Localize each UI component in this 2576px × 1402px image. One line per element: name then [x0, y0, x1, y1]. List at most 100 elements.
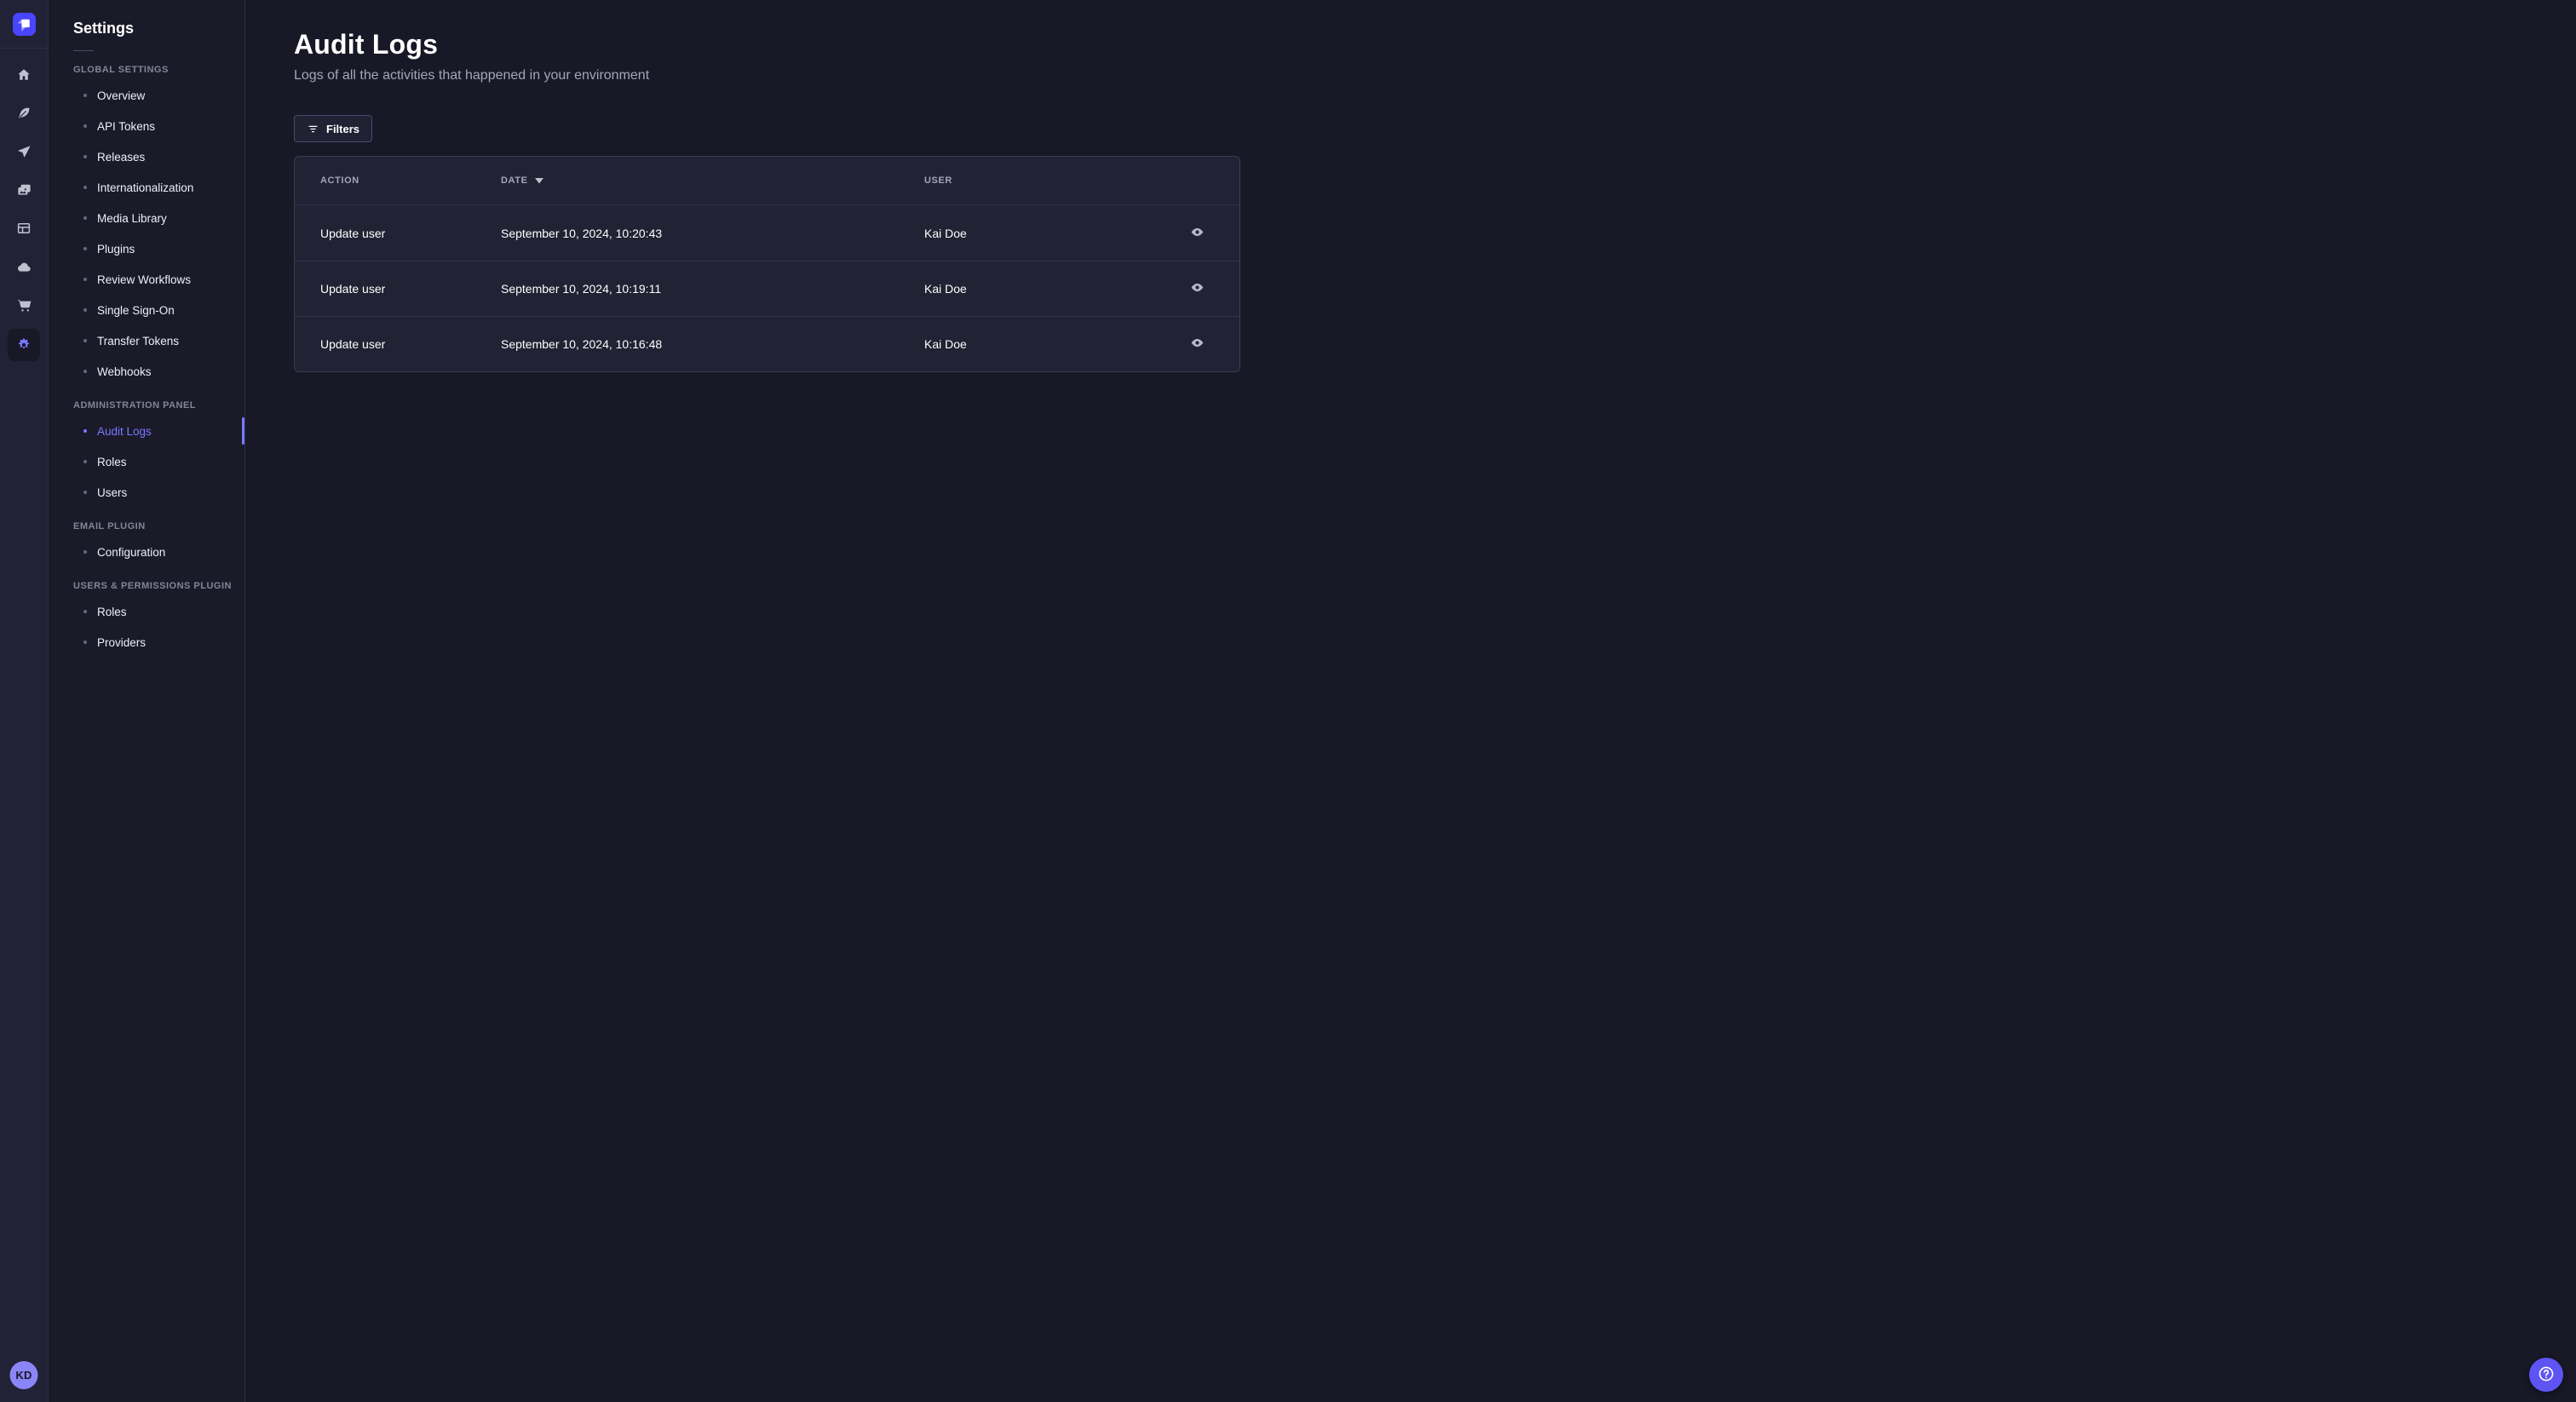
sidebar-item-configuration[interactable]: Configuration — [49, 537, 244, 567]
cell-action: Update user — [320, 337, 386, 351]
bullet-icon — [83, 491, 87, 494]
column-header-date[interactable]: DATE — [501, 175, 924, 186]
user-avatar[interactable]: KD — [9, 1361, 38, 1389]
sidebar-item-webhooks[interactable]: Webhooks — [49, 356, 244, 387]
sidebar-item-users[interactable]: Users — [49, 477, 244, 508]
table-row[interactable]: Update user September 10, 2024, 10:19:11… — [295, 261, 1239, 316]
sidebar-item-label: Users — [97, 486, 128, 499]
gear-icon — [15, 336, 32, 353]
bullet-icon — [83, 308, 87, 312]
cell-user: Kai Doe — [924, 337, 967, 351]
section-label: EMAIL PLUGIN — [73, 521, 146, 531]
sidebar-item-label: Review Workflows — [97, 273, 192, 286]
sidebar-item-label: Webhooks — [97, 365, 152, 378]
feather-icon — [16, 106, 32, 121]
view-log-button[interactable] — [1185, 277, 1209, 301]
rail-item-settings[interactable] — [8, 329, 40, 361]
cart-icon — [16, 297, 32, 313]
rail-item-marketplace[interactable] — [9, 290, 38, 319]
sidebar-item-internationalization[interactable]: Internationalization — [49, 172, 244, 203]
sidebar-item-single-sign-on[interactable]: Single Sign-On — [49, 295, 244, 325]
section-label: GLOBAL SETTINGS — [73, 65, 169, 75]
help-button[interactable] — [2529, 1358, 2563, 1392]
page-subtitle: Logs of all the activities that happened… — [294, 68, 650, 83]
section-label: ADMINISTRATION PANEL — [73, 400, 197, 411]
view-log-button[interactable] — [1185, 221, 1209, 245]
bullet-icon — [83, 460, 87, 463]
sidebar-item-label: Overview — [97, 89, 146, 102]
sidebar-item-api-tokens[interactable]: API Tokens — [49, 111, 244, 141]
paper-plane-icon — [16, 144, 32, 159]
bullet-icon — [83, 186, 87, 189]
layout-icon — [16, 221, 32, 236]
filters-button[interactable]: Filters — [294, 115, 373, 142]
home-icon — [16, 67, 32, 83]
eye-icon — [1190, 225, 1205, 242]
section-users-permissions-plugin: USERS & PERMISSIONS PLUGIN Roles Provide… — [49, 581, 244, 658]
sidebar-item-overview[interactable]: Overview — [49, 80, 244, 111]
sidebar-item-media-library[interactable]: Media Library — [49, 203, 244, 233]
rail-item-content[interactable] — [9, 99, 38, 128]
sidebar-item-plugins[interactable]: Plugins — [49, 233, 244, 264]
divider — [73, 50, 94, 51]
eye-icon — [1190, 280, 1205, 297]
page-title: Audit Logs — [294, 29, 439, 60]
cell-date: September 10, 2024, 10:20:43 — [501, 226, 663, 240]
main-nav-rail: KD — [0, 0, 49, 1402]
sidebar-item-transfer-tokens[interactable]: Transfer Tokens — [49, 325, 244, 356]
sidebar-item-label: Roles — [97, 605, 127, 618]
rail-item-releases[interactable] — [9, 137, 38, 166]
strapi-logo[interactable] — [12, 12, 36, 36]
cell-user: Kai Doe — [924, 226, 967, 240]
rail-item-content-type-builder[interactable] — [9, 214, 38, 243]
bullet-icon — [83, 429, 87, 433]
cell-action: Update user — [320, 226, 386, 240]
cell-date: September 10, 2024, 10:19:11 — [501, 282, 662, 296]
help-icon — [2537, 1365, 2556, 1386]
bullet-icon — [83, 124, 87, 128]
section-administration-panel: ADMINISTRATION PANEL Audit Logs Roles Us… — [49, 400, 244, 508]
cell-action: Update user — [320, 282, 386, 296]
view-log-button[interactable] — [1185, 332, 1209, 356]
sidebar-item-label: Internationalization — [97, 181, 194, 194]
table-row[interactable]: Update user September 10, 2024, 10:16:48… — [295, 316, 1239, 371]
sidebar-item-label: Media Library — [97, 211, 167, 225]
audit-logs-table: ACTION DATE USER Update user September 1… — [294, 156, 1240, 372]
sidebar-item-up-roles[interactable]: Roles — [49, 596, 244, 627]
sidebar-item-label: Transfer Tokens — [97, 334, 180, 348]
bullet-icon — [83, 216, 87, 220]
sidebar-item-label: Audit Logs — [97, 424, 152, 438]
column-header-user: USER — [924, 175, 952, 186]
column-header-action: ACTION — [320, 175, 359, 186]
table-row[interactable]: Update user September 10, 2024, 10:20:43… — [295, 205, 1239, 261]
sort-desc-icon — [534, 177, 543, 184]
cloud-icon — [16, 259, 32, 275]
cell-user: Kai Doe — [924, 282, 967, 296]
bullet-icon — [83, 247, 87, 250]
sidebar-item-releases[interactable]: Releases — [49, 141, 244, 172]
rail-item-media-library[interactable] — [9, 175, 38, 204]
bullet-icon — [83, 370, 87, 373]
rail-item-cloud[interactable] — [9, 252, 38, 281]
settings-title: Settings — [73, 20, 135, 37]
sidebar-item-providers[interactable]: Providers — [49, 627, 244, 658]
filters-button-label: Filters — [326, 122, 360, 135]
filter-icon — [307, 123, 319, 135]
sidebar-item-review-workflows[interactable]: Review Workflows — [49, 264, 244, 295]
bullet-icon — [83, 339, 87, 342]
bullet-icon — [83, 641, 87, 644]
sidebar-item-label: Providers — [97, 635, 147, 649]
sidebar-item-audit-logs[interactable]: Audit Logs — [49, 416, 244, 446]
rail-item-home[interactable] — [9, 60, 38, 89]
section-global-settings: GLOBAL SETTINGS Overview API Tokens Rele… — [49, 65, 244, 387]
bullet-icon — [83, 278, 87, 281]
images-icon — [16, 182, 32, 198]
cell-date: September 10, 2024, 10:16:48 — [501, 337, 663, 351]
settings-sidebar: Settings GLOBAL SETTINGS Overview API To… — [49, 0, 245, 1402]
bullet-icon — [83, 610, 87, 613]
sidebar-item-label: API Tokens — [97, 119, 156, 133]
sidebar-item-label: Plugins — [97, 242, 135, 256]
sidebar-item-roles[interactable]: Roles — [49, 446, 244, 477]
bullet-icon — [83, 550, 87, 554]
main-content: Audit Logs Logs of all the activities th… — [245, 0, 2576, 1402]
